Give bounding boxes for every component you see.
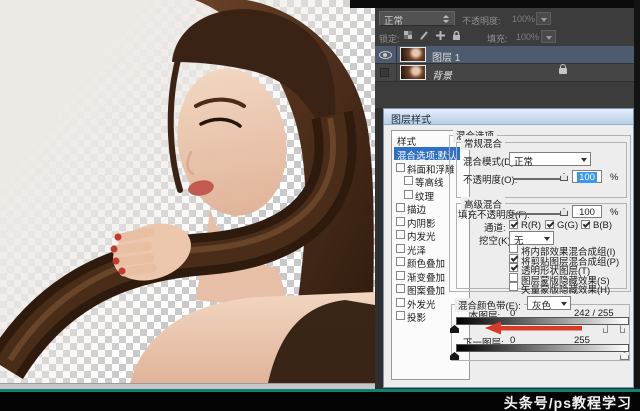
style-checkbox[interactable] <box>396 271 405 280</box>
layer1-name: 图层 1 <box>432 49 460 64</box>
channel-g-label: G(G) <box>557 220 578 231</box>
background-thumbnail[interactable] <box>400 65 426 80</box>
app-right-edge <box>634 0 640 411</box>
general-blend-legend: 常规混合 <box>461 136 505 150</box>
opacity-label: 不透明度(O): <box>463 172 517 186</box>
chevron-down-icon <box>546 36 552 40</box>
woman-portrait <box>0 0 375 383</box>
visibility-off-box <box>380 68 389 77</box>
layer-blend-mode-select[interactable]: 正常 <box>379 11 455 26</box>
eye-icon <box>379 51 392 59</box>
channel-g-checkbox[interactable] <box>545 220 554 229</box>
fill-opacity-percent: % <box>610 207 618 218</box>
red-arrow-annotation <box>484 320 586 336</box>
background-name: 背景 <box>432 67 452 82</box>
layer-style-dialog: 图层样式 样式 混合选项:默认 斜面和浮雕 等高线 纹理 描边 内阴影 内发光 … <box>383 108 634 388</box>
lock-transparent-pixels-icon[interactable] <box>403 30 414 41</box>
layer-row-layer1[interactable]: 图层 1 <box>375 46 634 64</box>
style-checkbox[interactable] <box>404 176 413 185</box>
visibility-toggle[interactable] <box>375 64 397 82</box>
lock-icon <box>559 68 567 74</box>
chevron-down-icon <box>581 158 587 162</box>
layer-blend-mode-value: 正常 <box>384 16 403 27</box>
opacity-percent: % <box>610 172 618 183</box>
opacity-field[interactable]: 100 <box>572 170 602 183</box>
dialog-titlebar[interactable]: 图层样式 <box>384 109 633 125</box>
knockout-select[interactable]: 无 <box>509 231 554 245</box>
visibility-toggle[interactable] <box>375 46 397 64</box>
canvas-photo[interactable] <box>0 0 375 383</box>
lock-position-move-icon[interactable] <box>435 30 446 41</box>
lock-all-icon[interactable] <box>451 30 462 41</box>
style-checkbox[interactable] <box>396 203 405 212</box>
lock-label: 锁定: <box>379 32 400 45</box>
chevron-down-icon <box>561 302 567 306</box>
style-checkbox[interactable] <box>396 244 405 253</box>
chevron-down-icon <box>544 237 550 241</box>
updown-arrows-icon <box>443 15 450 23</box>
opacity-label: 不透明度: <box>462 14 501 27</box>
blend-interior-checkbox[interactable] <box>509 244 518 253</box>
fill-opacity-slider[interactable] <box>513 213 564 215</box>
chevron-down-icon <box>541 18 547 22</box>
underlying-gradient-bar[interactable] <box>456 344 629 352</box>
watermark-text: 头条号/ps教程学习 <box>504 395 632 411</box>
opacity-dropdown-button[interactable] <box>536 12 551 25</box>
channel-b-label: B(B) <box>593 220 612 231</box>
blend-clipped-checkbox[interactable] <box>509 254 518 263</box>
blend-mode-select[interactable]: 正常 <box>509 152 591 166</box>
vector-mask-hides-label: 矢量蒙版隐藏效果(H) <box>521 282 610 296</box>
channel-r-label: R(R) <box>521 220 541 231</box>
channel-r-checkbox[interactable] <box>509 220 518 229</box>
blend-if-select[interactable]: 灰色 <box>527 296 571 310</box>
watermark: 头条号/ps教程学习 <box>0 392 640 411</box>
layer-mask-hides-checkbox[interactable] <box>509 273 518 282</box>
opacity-value: 100% <box>512 14 535 24</box>
channel-b-checkbox[interactable] <box>581 220 590 229</box>
channels-label: 通道: <box>484 220 506 234</box>
lock-image-pixels-brush-icon[interactable] <box>419 30 430 41</box>
fill-dropdown-button[interactable] <box>541 30 556 43</box>
vector-mask-hides-checkbox[interactable] <box>509 282 518 291</box>
fill-value: 100% <box>516 32 539 42</box>
app-top-bar <box>350 0 640 8</box>
transparency-shapes-checkbox[interactable] <box>509 263 518 272</box>
style-checkbox[interactable] <box>396 284 405 293</box>
opacity-slider[interactable] <box>513 178 564 180</box>
fill-label: 填充: <box>487 32 508 45</box>
fill-opacity-field[interactable]: 100 <box>572 205 602 218</box>
layers-panel: 正常 不透明度: 100% 锁定: 填充: 100% 图层 1 背景 <box>375 8 634 108</box>
photoshop-app: 正常 不透明度: 100% 锁定: 填充: 100% 图层 1 背景 <box>0 0 640 411</box>
style-checkbox[interactable] <box>396 230 405 239</box>
style-checkbox[interactable] <box>396 311 405 320</box>
style-checkbox[interactable] <box>396 163 405 172</box>
style-checkbox[interactable] <box>396 257 405 266</box>
layer1-thumbnail[interactable] <box>400 47 426 62</box>
layer-row-background[interactable]: 背景 <box>375 64 634 82</box>
dialog-title: 图层样式 <box>391 115 431 126</box>
styles-header: 样式 <box>397 134 416 148</box>
style-checkbox[interactable] <box>404 190 413 199</box>
style-checkbox[interactable] <box>396 298 405 307</box>
style-checkbox[interactable] <box>396 217 405 226</box>
